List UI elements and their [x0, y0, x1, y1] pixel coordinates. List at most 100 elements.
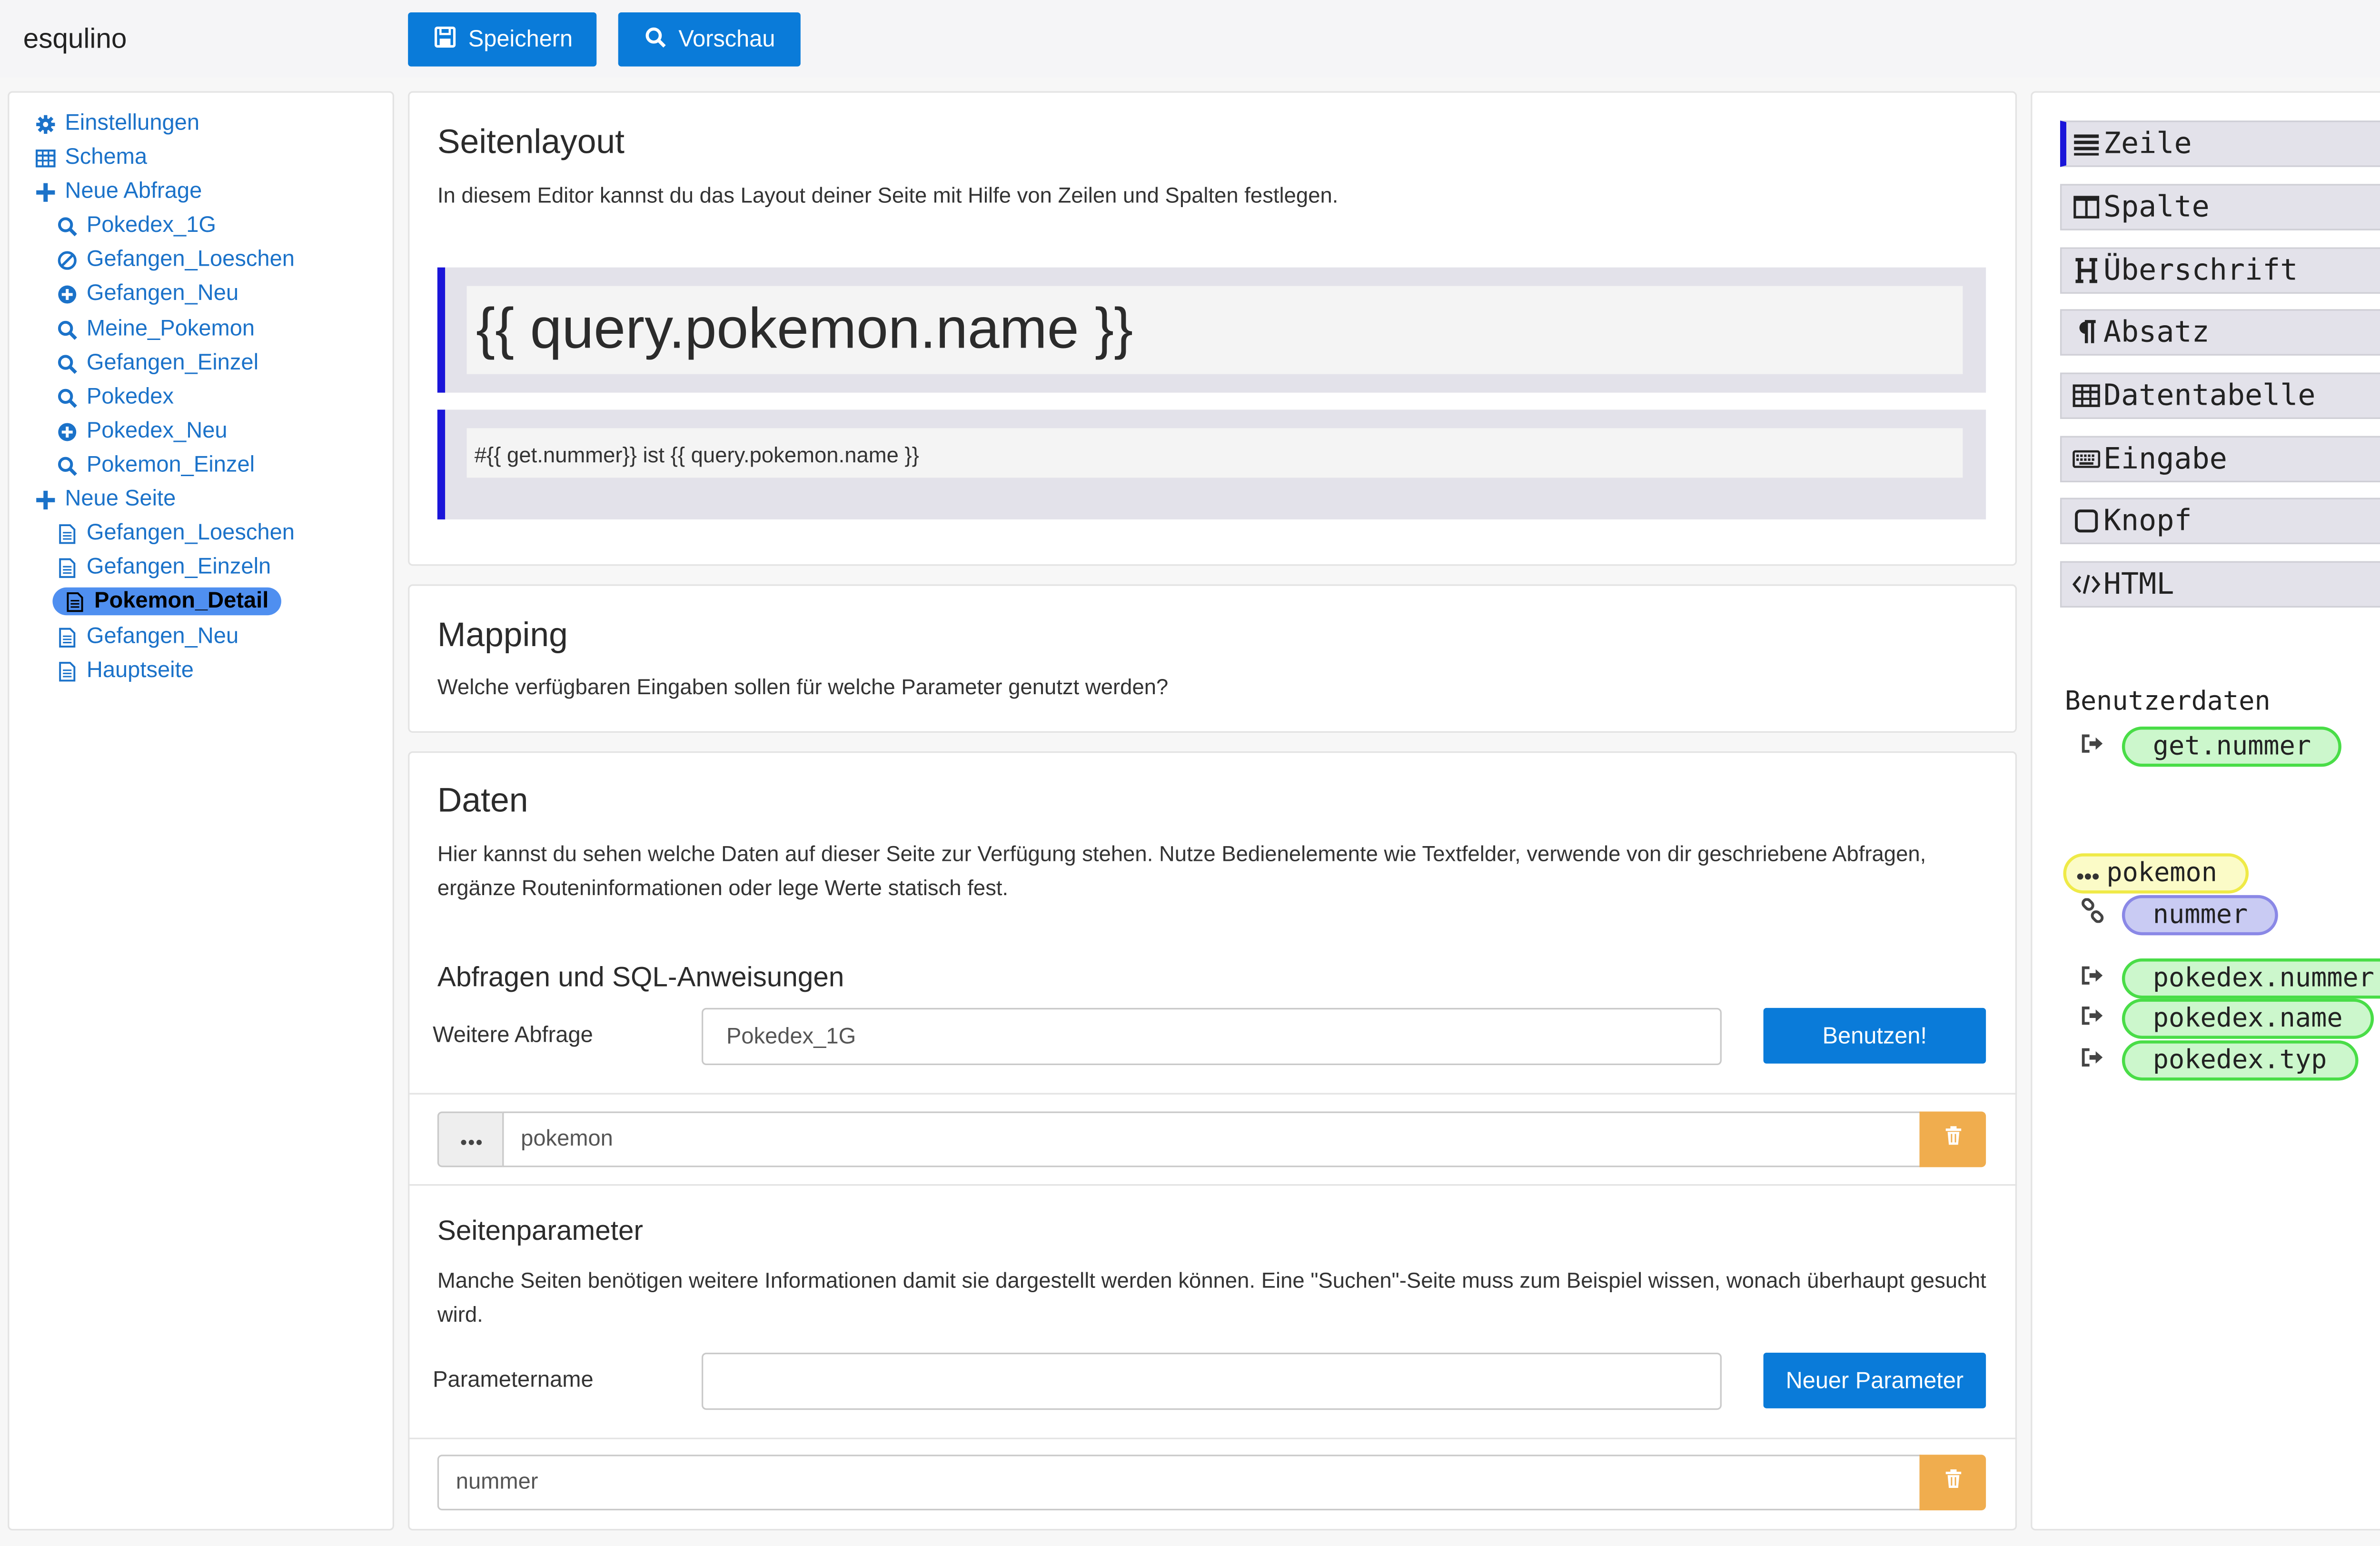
column-pill-label: pokedex.name [2152, 1003, 2343, 1035]
plus-icon [36, 181, 56, 201]
query-param-pill[interactable]: nummer [2122, 895, 2279, 936]
divider [408, 1184, 2017, 1186]
param-name-input[interactable] [702, 1352, 1722, 1410]
palette-item-überschrift[interactable]: Überschrift [2060, 247, 2380, 294]
sidebar-item-label: Gefangen_Loeschen [86, 521, 295, 546]
sidebar-item-gefangen-einzel[interactable]: Gefangen_Einzel [57, 351, 258, 376]
table-icon [2073, 382, 2100, 409]
sidebar-item-pokedex-neu[interactable]: Pokedex_Neu [57, 419, 228, 444]
data-description: Hier kannst du sehen welche Daten auf di… [437, 841, 1926, 900]
link-icon [2080, 898, 2105, 923]
sidebar-item-label: Gefangen_Neu [86, 281, 239, 306]
sidebar-item-gefangen-einzeln[interactable]: Gefangen_Einzeln [57, 555, 271, 580]
sidebar-item-pokedex[interactable]: Pokedex [57, 385, 174, 409]
sidebar-item-meine-pokemon[interactable]: Meine_Pokemon [57, 317, 255, 342]
paragraph-widget-text: #{{ get.nummer}} ist {{ query.pokemon.na… [474, 442, 919, 467]
palette-item-spalte[interactable]: Spalte [2060, 184, 2380, 230]
sidebar-item-pokemon-detail[interactable]: Pokemon_Detail [52, 587, 281, 616]
delete-param-button[interactable] [1919, 1455, 1986, 1511]
sign-out-icon [2080, 731, 2105, 756]
search-icon [57, 319, 77, 339]
sidebar-item-einstellungen[interactable]: Einstellungen [36, 111, 199, 136]
sidebar-item-label: Pokemon_Detail [94, 589, 269, 614]
palette-item-html[interactable]: HTML [2060, 561, 2380, 608]
sidebar-item-label: Einstellungen [65, 111, 200, 136]
param-entry-field[interactable]: nummer [437, 1455, 1921, 1511]
search-icon [645, 26, 666, 53]
query-pill[interactable]: pokemon [2063, 853, 2248, 894]
sidebar-item-gefangen-loeschen[interactable]: Gefangen_Loeschen [57, 247, 295, 272]
sidebar-item-gefangen-neu[interactable]: Gefangen_Neu [57, 625, 238, 649]
gear-icon [36, 114, 56, 134]
file-icon [57, 557, 77, 578]
ellipsis-icon [460, 1126, 481, 1153]
sign-out-icon [2080, 963, 2105, 988]
sign-out-icon [2080, 1003, 2105, 1028]
sidebar-item-label: Gefangen_Einzel [86, 351, 259, 376]
more-query-label: Weitere Abfrage [433, 1023, 593, 1048]
sidebar-item-label: Pokedex [86, 385, 174, 410]
paragraph-widget[interactable]: #{{ get.nummer}} ist {{ query.pokemon.na… [466, 428, 1963, 478]
preview-button[interactable]: Vorschau [618, 12, 801, 67]
palette-item-label: Überschrift [2103, 253, 2298, 288]
palette-item-label: HTML [2103, 567, 2174, 602]
more-query-select[interactable]: Pokedex_1G [702, 1007, 1722, 1066]
sidebar-item-label: Neue Seite [65, 487, 176, 512]
palette-item-label: Eingabe [2103, 442, 2227, 477]
app-title: esqulino [23, 23, 127, 54]
query-entry-menu[interactable] [437, 1111, 504, 1167]
search-icon [57, 387, 77, 408]
sidebar-item-hauptseite[interactable]: Hauptseite [57, 658, 194, 683]
project-sidebar [8, 91, 394, 1531]
layout-description: In diesem Editor kannst du das Layout de… [437, 182, 1339, 208]
use-query-button[interactable]: Benutzen! [1763, 1007, 1986, 1064]
sidebar-item-pokemon-einzel[interactable]: Pokemon_Einzel [57, 453, 255, 478]
query-entry-value: pokemon [521, 1127, 613, 1152]
sidebar-item-neue-seite[interactable]: Neue Seite [36, 487, 176, 512]
table-icon [35, 148, 56, 168]
heading-widget[interactable]: {{ query.pokemon.name }} [466, 286, 1963, 374]
sidebar-item-gefangen-neu[interactable]: Gefangen_Neu [57, 281, 238, 306]
layout-title: Seitenlayout [437, 122, 625, 161]
delete-query-button[interactable] [1919, 1111, 1986, 1167]
column-pill[interactable]: pokedex.typ [2122, 1040, 2358, 1081]
save-button-label: Speichern [468, 26, 573, 53]
divider [408, 1437, 2017, 1439]
widget-palette-panel [2031, 91, 2380, 1531]
palette-item-zeile[interactable]: Zeile [2060, 120, 2380, 167]
columns-icon [2073, 193, 2100, 221]
heading-icon [2073, 257, 2100, 284]
sidebar-item-label: Hauptseite [86, 658, 194, 684]
ban-icon [57, 249, 77, 269]
heading-widget-text: {{ query.pokemon.name }} [476, 297, 1133, 360]
trash-icon [1944, 1468, 1962, 1496]
file-icon [57, 661, 77, 681]
mapping-title: Mapping [437, 615, 568, 654]
user-data-title: Benutzerdaten [2064, 686, 2271, 718]
palette-item-eingabe[interactable]: Eingabe [2060, 436, 2380, 483]
sidebar-item-neue-abfrage[interactable]: Neue Abfrage [36, 180, 202, 204]
column-pill[interactable]: pokedex.nummer [2122, 958, 2380, 999]
sidebar-item-label: Gefangen_Loeschen [86, 247, 295, 272]
param-name-label: Parametername [433, 1368, 594, 1393]
palette-item-label: Absatz [2103, 315, 2210, 349]
search-icon [57, 216, 77, 236]
floppy-disk-icon [434, 26, 456, 53]
palette-item-datentabelle[interactable]: Datentabelle [2060, 372, 2380, 419]
save-button[interactable]: Speichern [408, 12, 597, 67]
get-param-pill[interactable]: get.nummer [2122, 726, 2342, 767]
search-icon [57, 353, 77, 373]
palette-item-knopf[interactable]: Knopf [2060, 498, 2380, 544]
sidebar-item-gefangen-loeschen[interactable]: Gefangen_Loeschen [57, 521, 295, 546]
paragraph-icon [2073, 319, 2100, 346]
query-entry-field[interactable]: pokemon [502, 1111, 1921, 1167]
data-title: Daten [437, 780, 528, 819]
ellipsis-icon [2075, 858, 2100, 889]
column-pill[interactable]: pokedex.name [2122, 998, 2374, 1039]
sidebar-item-schema[interactable]: Schema [35, 145, 147, 170]
top-bar: esqulino Speichern Vorschau [0, 0, 2380, 78]
palette-item-absatz[interactable]: Absatz [2060, 309, 2380, 356]
column-pill-label: pokedex.nummer [2152, 963, 2375, 994]
sidebar-item-pokedex-1g[interactable]: Pokedex_1G [57, 213, 216, 238]
new-parameter-button[interactable]: Neuer Parameter [1763, 1352, 1986, 1408]
